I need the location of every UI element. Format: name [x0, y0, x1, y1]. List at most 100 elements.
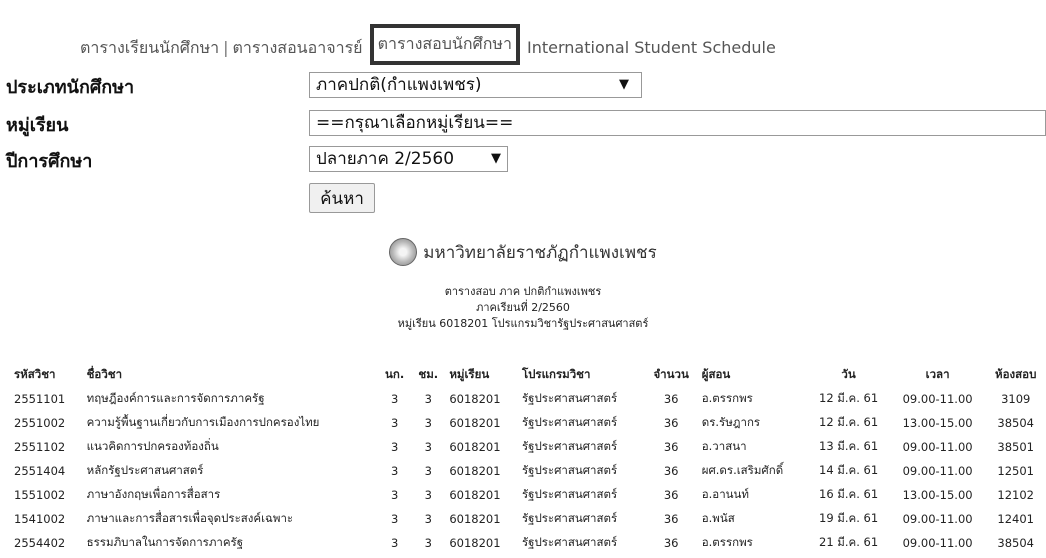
cell-course-name: ธรรมภิบาลในการจัดการภาครัฐ [86, 535, 244, 549]
year-label: ปีการศึกษา [6, 151, 93, 172]
cell-program: รัฐประศาสนศาสตร์ [521, 391, 618, 405]
cell-date: 19 มี.ค. 61 [819, 511, 879, 525]
student-type-value: ภาคปกติ(กำแพงเพชร) [316, 75, 482, 95]
table-row: 2551002 ความรู้พื้นฐานเกี่ยวกับการเมืองกา… [10, 411, 1046, 435]
cell-group: 6018201 [449, 512, 501, 526]
cell-instructor: ผศ.ดร.เสริมศักดิ์ [701, 463, 784, 477]
cell-course-name: ภาษาและการสื่อสารเพื่อจุดประสงค์เฉพาะ [86, 511, 294, 525]
table-row: 2551102 แนวคิดการปกครองท้องถิ่น 3 3 6018201 ร… [10, 435, 1046, 459]
cell-course-name: แนวคิดการปกครองท้องถิ่น [86, 439, 219, 453]
col-program: โปรแกรมวิชา [521, 367, 591, 381]
cell-program: รัฐประศาสนศาสตร์ [521, 415, 618, 429]
cell-room: 3109 [1001, 392, 1031, 406]
search-button[interactable]: ค้นหา [309, 183, 375, 213]
group-label: หมู่เรียน [6, 115, 69, 136]
cell-date: 14 มี.ค. 61 [819, 463, 879, 477]
cell-course-code: 2554402 [14, 536, 66, 550]
cell-credits: 3 [390, 488, 399, 502]
exam-schedule-table: รหัสวิชา ชื่อวิชา นก. ชม. หมู่เรียน โปรแ… [10, 363, 1046, 555]
cell-credits: 3 [390, 392, 399, 406]
chevron-down-icon: ▼ [619, 77, 629, 92]
report-header: มหาวิทยาลัยราชภัฏกำแพงเพชร ตารางสอบ ภาค … [0, 238, 1046, 332]
nav-exam-schedule[interactable]: ตารางสอบนักศึกษา [378, 34, 512, 53]
cell-program: รัฐประศาสนศาสตร์ [521, 487, 618, 501]
col-count: จำนวน [653, 367, 689, 381]
cell-hours: 3 [424, 512, 432, 526]
cell-count: 36 [663, 512, 679, 526]
cell-credits: 3 [390, 464, 399, 478]
exam-group-program: หมู่เรียน 6018201 โปรแกรมวิชารัฐประศาสนศ… [397, 317, 649, 330]
cell-date: 21 มี.ค. 61 [819, 535, 879, 549]
cell-hours: 3 [424, 416, 432, 430]
table-header-row: รหัสวิชา ชื่อวิชา นก. ชม. หมู่เรียน โปรแ… [10, 363, 1046, 387]
cell-course-code: 2551404 [14, 464, 66, 478]
col-room: ห้องสอบ [995, 367, 1037, 381]
cell-group: 6018201 [449, 416, 501, 430]
table-body: 2551101 ทฤษฎีองค์การและการจัดการภาครัฐ 3 3 6… [10, 387, 1046, 555]
cell-date: 16 มี.ค. 61 [819, 487, 879, 501]
cell-group: 6018201 [449, 440, 501, 454]
cell-hours: 3 [424, 440, 432, 454]
cell-instructor: อ.ตรรกพร [701, 391, 753, 405]
group-value: ==กรุณาเลือกหมู่เรียน== [316, 113, 514, 133]
table-row: 2554402 ธรรมภิบาลในการจัดการภาครัฐ 3 3 60182… [10, 531, 1046, 555]
cell-instructor: ดร.รัษฎากร [701, 415, 761, 429]
cell-instructor: อ.วาสนา [701, 439, 747, 453]
cell-credits: 3 [390, 416, 399, 430]
cell-count: 36 [663, 488, 679, 502]
cell-time: 09.00-11.00 [902, 512, 973, 526]
cell-room: 12102 [997, 488, 1034, 502]
table-row: 2551404 หลักรัฐประศาสนศาสตร์ 3 3 6018201 รัฐป… [10, 459, 1046, 483]
nav-teacher-schedule[interactable]: ตารางสอนอาจารย์ [233, 38, 363, 57]
cell-instructor: อ.ตรรกพร [701, 535, 753, 549]
cell-course-code: 1551002 [14, 488, 66, 502]
nav-international-schedule[interactable]: International Student Schedule [527, 38, 776, 57]
cell-hours: 3 [424, 488, 432, 502]
cell-hours: 3 [424, 536, 432, 550]
nav-separator: | [223, 38, 229, 57]
col-time: เวลา [925, 367, 950, 381]
nav-exam-schedule-active[interactable]: ตารางสอบนักศึกษา [369, 24, 520, 65]
cell-course-code: 2551101 [14, 392, 66, 406]
exam-term-type: ตารางสอบ ภาค ปกติกำแพงเพชร [444, 285, 602, 298]
col-date: วัน [841, 367, 856, 381]
year-value: ปลายภาค 2/2560 [316, 149, 455, 169]
cell-hours: 3 [424, 392, 432, 406]
cell-group: 6018201 [449, 536, 501, 550]
university-name: มหาวิทยาลัยราชภัฏกำแพงเพชร [423, 242, 657, 263]
group-select[interactable]: ==กรุณาเลือกหมู่เรียน== [309, 110, 1046, 136]
col-credits: นก. [385, 367, 405, 381]
top-nav: ตารางเรียนนักศึกษา | ตารางสอนอาจารย์ ตาราง… [80, 24, 776, 69]
table-row: 1551002 ภาษาอังกฤษเพื่อการสื่อสาร 3 3 601820… [10, 483, 1046, 507]
nav-student-schedule[interactable]: ตารางเรียนนักศึกษา [80, 38, 219, 57]
student-type-select[interactable]: ภาคปกติ(กำแพงเพชร) ▼ [309, 72, 642, 98]
cell-time: 09.00-11.00 [902, 392, 973, 406]
cell-room: 38504 [997, 536, 1034, 550]
cell-date: 12 มี.ค. 61 [819, 415, 879, 429]
university-title-row: มหาวิทยาลัยราชภัฏกำแพงเพชร [389, 238, 657, 266]
cell-group: 6018201 [449, 464, 501, 478]
cell-time: 09.00-11.00 [902, 536, 973, 550]
cell-instructor: อ.อานนท์ [701, 487, 749, 501]
col-course-code: รหัสวิชา [14, 367, 56, 381]
year-select[interactable]: ปลายภาค 2/2560 ▼ [309, 146, 508, 172]
cell-room: 12401 [997, 512, 1034, 526]
exam-semester: ภาคเรียนที่ 2/2560 [476, 301, 570, 314]
university-seal-icon [389, 238, 418, 266]
table-row: 1541002 ภาษาและการสื่อสารเพื่อจุดประสงค์เ… [10, 507, 1046, 531]
cell-group: 6018201 [449, 392, 501, 406]
cell-time: 09.00-11.00 [902, 440, 973, 454]
cell-count: 36 [663, 392, 679, 406]
cell-room: 12501 [997, 464, 1034, 478]
cell-count: 36 [663, 416, 679, 430]
cell-room: 38501 [997, 440, 1034, 454]
table-row: 2551101 ทฤษฎีองค์การและการจัดการภาครัฐ 3 3 6… [10, 387, 1046, 411]
cell-program: รัฐประศาสนศาสตร์ [521, 535, 618, 549]
col-course-name: ชื่อวิชา [86, 367, 123, 381]
cell-group: 6018201 [449, 488, 501, 502]
cell-room: 38504 [997, 416, 1034, 430]
cell-date: 13 มี.ค. 61 [819, 439, 879, 453]
cell-course-name: หลักรัฐประศาสนศาสตร์ [86, 463, 204, 477]
student-type-label: ประเภทนักศึกษา [6, 77, 135, 98]
cell-time: 09.00-11.00 [902, 464, 973, 478]
